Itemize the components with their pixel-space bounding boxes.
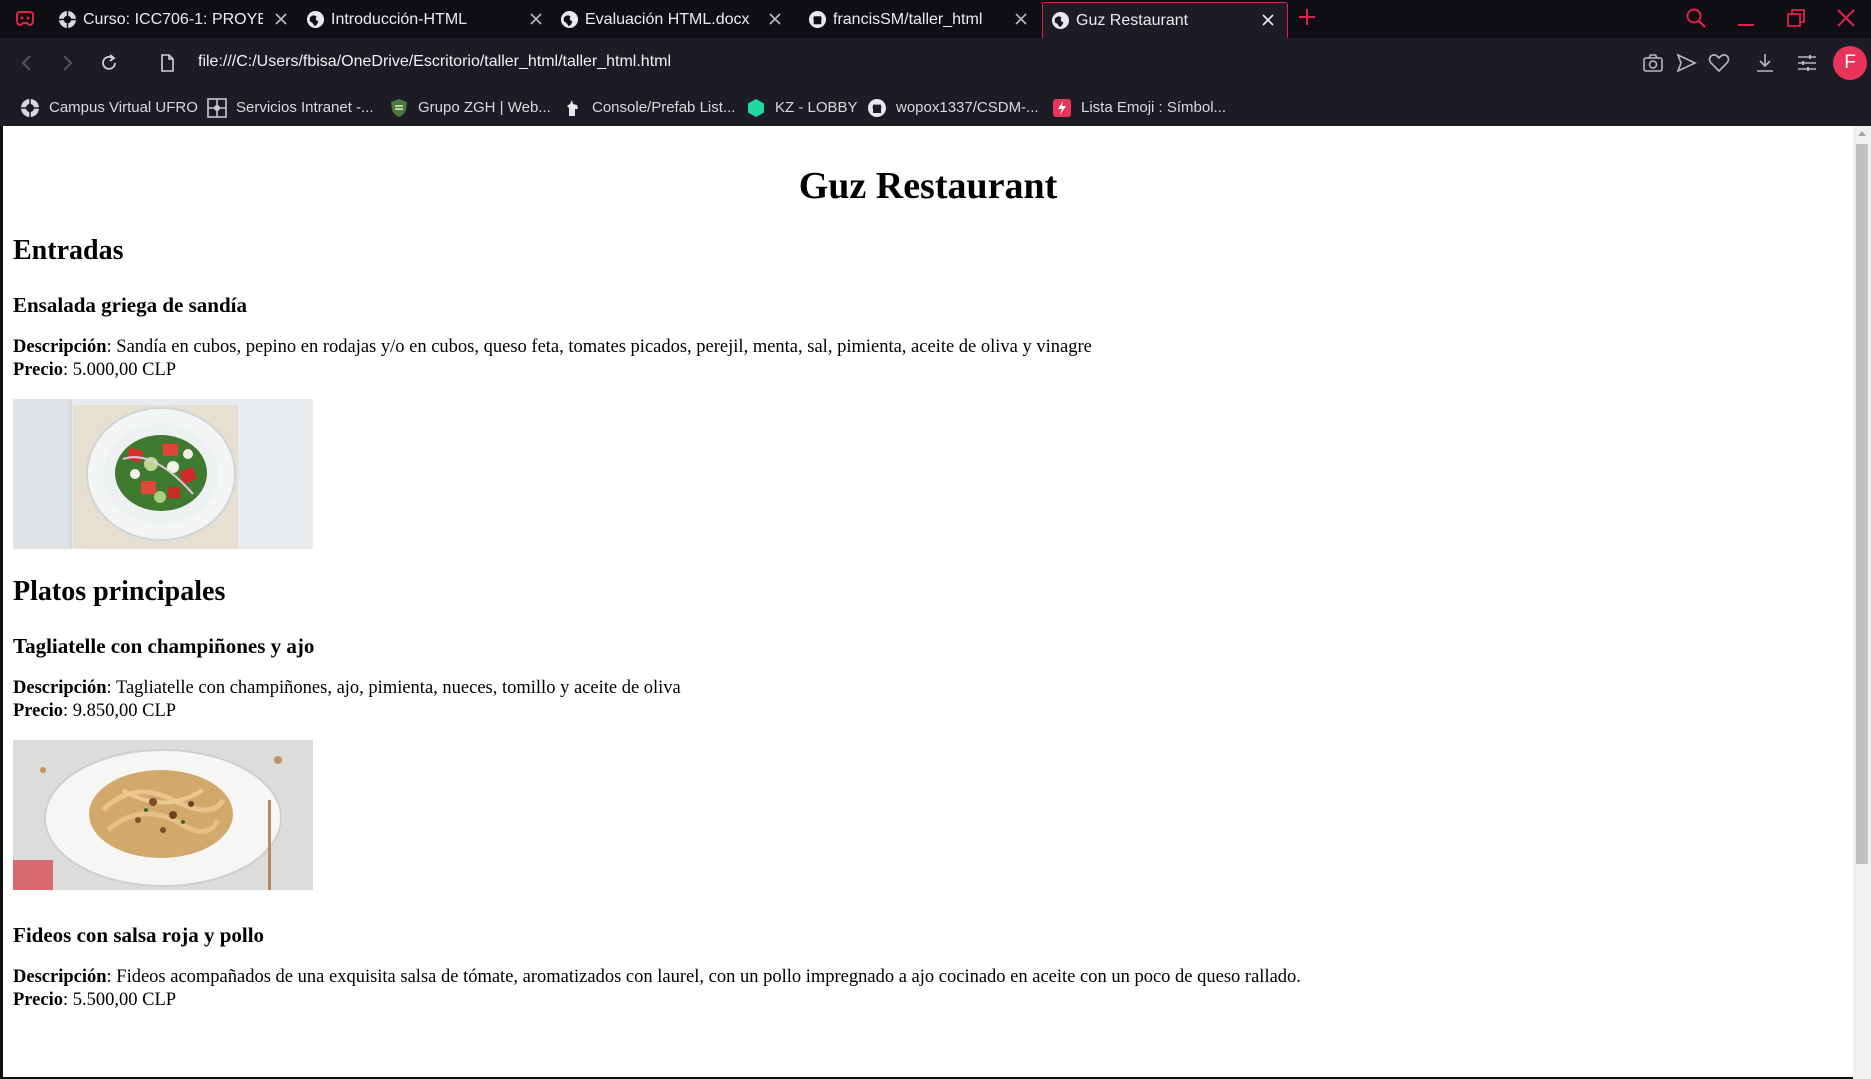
description-label: Descripción	[13, 678, 107, 698]
dish-price: Precio: 5.000,00 CLP	[13, 360, 177, 380]
tab-label: Evaluación HTML.docx	[585, 11, 750, 28]
hexagon-icon	[748, 99, 764, 117]
close-icon[interactable]	[1258, 10, 1278, 30]
price-label: Precio	[13, 360, 63, 380]
dish-name: Ensalada griega de sandía	[13, 293, 247, 317]
tab-strip: Curso: ICC706-1: PROYECTO Introducción-H…	[0, 0, 1871, 39]
section-heading-entradas: Entradas	[13, 235, 124, 266]
address-bar: file:///C:/Users/fbisa/OneDrive/Escritor…	[0, 38, 1871, 88]
vertical-scrollbar[interactable]	[1853, 126, 1871, 1079]
description-text: Sandía en cubos, pepino en rodajas y/o e…	[116, 337, 1092, 357]
description-label: Descripción	[13, 967, 107, 987]
tab-github-taller[interactable]: francisSM/taller_html	[800, 2, 1040, 38]
dish-description: Descripción: Sandía en cubos, pepino en …	[13, 337, 1092, 357]
globe-icon	[306, 10, 325, 29]
url-field[interactable]: file:///C:/Users/fbisa/OneDrive/Escritor…	[198, 53, 671, 71]
dish-description: Descripción: Fideos acompañados de una e…	[13, 967, 1301, 987]
description-text: Fideos acompañados de una exquisita sals…	[116, 967, 1301, 987]
price-value: 9.850,00 CLP	[72, 701, 177, 721]
tab-guz-restaurant[interactable]: Guz Restaurant	[1042, 2, 1288, 39]
description-text: Tagliatelle con champiñones, ajo, pimien…	[115, 678, 681, 698]
back-icon[interactable]	[14, 50, 40, 76]
globe-icon	[560, 10, 579, 29]
github-icon	[808, 10, 827, 29]
tab-label: Guz Restaurant	[1076, 12, 1189, 29]
file-icon[interactable]	[154, 50, 180, 76]
tab-evaluacion[interactable]: Evaluación HTML.docx	[552, 2, 798, 38]
close-icon[interactable]	[1011, 9, 1031, 29]
heart-icon[interactable]	[1707, 51, 1731, 75]
page-content: Guz Restaurant Entradas Ensalada griega …	[3, 164, 1853, 1012]
bookmark-label: Servicios Intranet -...	[236, 99, 374, 116]
restore-icon[interactable]	[1784, 6, 1808, 30]
bookmark-label: Campus Virtual UFRO	[49, 99, 198, 116]
minimize-icon[interactable]	[1734, 6, 1758, 30]
dish-price: Precio: 5.500,00 CLP	[13, 990, 177, 1010]
dish-description: Descripción: Tagliatelle con champiñones…	[13, 678, 681, 698]
bookmark-label: wopox1337/CSDM-...	[896, 99, 1039, 116]
price-label: Precio	[13, 701, 63, 721]
close-icon[interactable]	[526, 9, 546, 29]
shield-icon	[391, 99, 407, 117]
easy-setup-icon[interactable]	[1795, 51, 1819, 75]
close-icon[interactable]	[765, 9, 785, 29]
price-value: 5.000,00 CLP	[72, 360, 177, 380]
tab-label: Curso: ICC706-1: PROYECTO	[83, 11, 263, 28]
camera-icon[interactable]	[1641, 51, 1665, 75]
profile-avatar[interactable]: F	[1833, 46, 1867, 80]
price-value: 5.500,00 CLP	[72, 990, 177, 1010]
moodle-icon	[21, 99, 39, 117]
scroll-up-arrow[interactable]	[1858, 131, 1866, 136]
bookmark-label: Grupo ZGH | Web...	[418, 99, 551, 116]
bolt-icon	[1053, 99, 1071, 117]
github-icon	[868, 99, 886, 117]
unicorn-icon	[567, 100, 578, 116]
tab-curso[interactable]: Curso: ICC706-1: PROYECTO	[50, 2, 290, 38]
forward-icon[interactable]	[54, 50, 80, 76]
search-tabs-icon[interactable]	[1684, 6, 1708, 30]
salad-photo	[13, 399, 313, 549]
tab-label: francisSM/taller_html	[833, 11, 983, 28]
grid-icon	[207, 98, 227, 118]
new-tab-icon[interactable]	[1296, 6, 1318, 28]
close-window-icon[interactable]	[1834, 6, 1858, 30]
description-label: Descripción	[13, 337, 107, 357]
send-icon[interactable]	[1674, 51, 1698, 75]
bookmark-label: KZ - LOBBY	[775, 99, 858, 116]
scroll-thumb[interactable]	[1856, 144, 1868, 864]
tab-label: Introducción-HTML	[331, 11, 468, 28]
gamer-logo-icon[interactable]	[14, 9, 36, 29]
reload-icon[interactable]	[96, 50, 122, 76]
globe-icon	[1051, 11, 1070, 30]
page-title: Guz Restaurant	[798, 165, 1058, 207]
close-icon[interactable]	[271, 9, 291, 29]
pasta-photo	[13, 740, 313, 890]
download-icon[interactable]	[1753, 51, 1777, 75]
bookmark-label: Console/Prefab List...	[592, 99, 736, 116]
moodle-icon	[58, 10, 77, 29]
dish-price: Precio: 9.850,00 CLP	[13, 701, 177, 721]
dish-name: Fideos con salsa roja y pollo	[13, 923, 265, 947]
price-label: Precio	[13, 990, 63, 1010]
section-heading-platos-principales: Platos principales	[13, 576, 226, 607]
tab-introduccion[interactable]: Introducción-HTML	[298, 2, 544, 38]
page-viewport: Guz Restaurant Entradas Ensalada griega …	[3, 126, 1853, 1077]
bookmark-label: Lista Emoji : Símbol...	[1081, 99, 1227, 116]
bookmarks-bar: Campus Virtual UFRO Servicios Intranet -…	[0, 88, 1871, 126]
dish-name: Tagliatelle con champiñones y ajo	[13, 634, 315, 658]
